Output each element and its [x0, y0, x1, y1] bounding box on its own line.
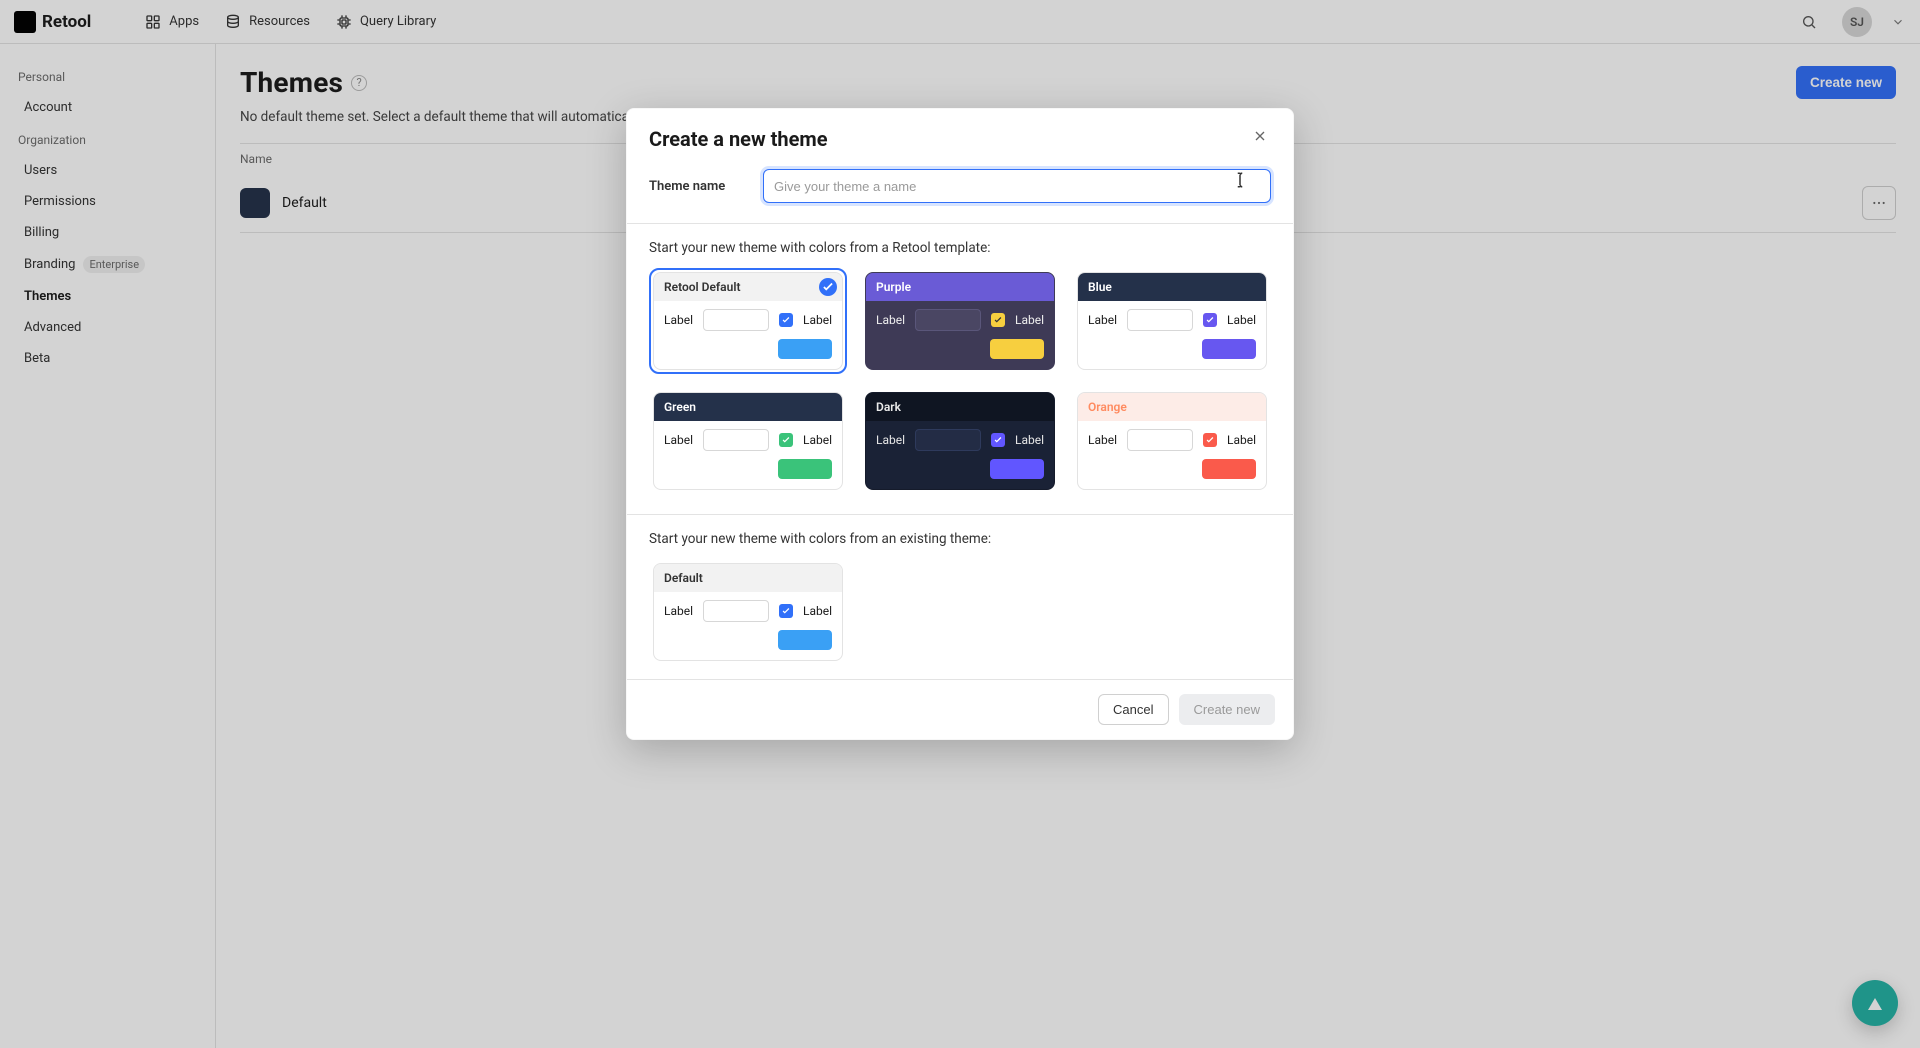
preview-button	[1202, 339, 1256, 359]
existing-theme-card-default[interactable]: Default Label Label	[649, 559, 847, 665]
template-card: Purple Label Label	[865, 272, 1055, 370]
modal-footer: Cancel Create new	[627, 679, 1293, 739]
modal-close-button[interactable]	[1249, 127, 1271, 149]
theme-name-input[interactable]	[763, 169, 1271, 203]
template-card-orange[interactable]: Orange Label Label	[1073, 388, 1271, 494]
preview-label: Label	[803, 604, 832, 618]
preview-checkbox	[991, 433, 1005, 447]
preview-checkbox	[1203, 433, 1217, 447]
template-card-blue[interactable]: Blue Label Label	[1073, 268, 1271, 374]
preview-label: Label	[1015, 433, 1044, 447]
preview-input	[1127, 309, 1193, 331]
preview-checkbox	[779, 604, 793, 618]
templates-section-title: Start your new theme with colors from a …	[649, 240, 1271, 256]
preview-label: Label	[803, 313, 832, 327]
template-card-body: Label Label	[1078, 301, 1266, 369]
preview-label: Label	[664, 433, 693, 447]
template-card-title: Green	[654, 393, 842, 421]
preview-button	[1202, 459, 1256, 479]
template-card: Blue Label Label	[1077, 272, 1267, 370]
templates-grid: Retool Default Label Label	[649, 268, 1271, 494]
preview-label: Label	[1227, 433, 1256, 447]
preview-button	[990, 459, 1044, 479]
template-card-body: Label Label	[866, 301, 1054, 369]
template-card: Green Label Label	[653, 392, 843, 490]
modal-header: Create a new theme	[627, 109, 1293, 159]
preview-label: Label	[1227, 313, 1256, 327]
template-card: Default Label Label	[653, 563, 843, 661]
preview-input	[915, 429, 981, 451]
template-card-dark[interactable]: Dark Label Label	[861, 388, 1059, 494]
cancel-button[interactable]: Cancel	[1098, 694, 1168, 725]
existing-grid: Default Label Label	[649, 559, 1271, 665]
template-card-body: Label Label	[654, 301, 842, 369]
preview-button	[990, 339, 1044, 359]
preview-label: Label	[664, 313, 693, 327]
template-card-retool-default[interactable]: Retool Default Label Label	[649, 268, 847, 374]
create-theme-modal: Create a new theme Theme name Start your…	[626, 108, 1294, 740]
preview-label: Label	[803, 433, 832, 447]
text-cursor-icon	[1231, 171, 1249, 189]
template-card-title: Orange	[1078, 393, 1266, 421]
preview-label: Label	[1088, 433, 1117, 447]
theme-name-label: Theme name	[649, 179, 749, 194]
template-card: Retool Default Label Label	[653, 272, 843, 370]
theme-name-field-row: Theme name	[649, 169, 1271, 203]
template-card-title: Dark	[866, 393, 1054, 421]
template-card-body: Label Label	[654, 421, 842, 489]
preview-label: Label	[1015, 313, 1044, 327]
existing-section-title: Start your new theme with colors from an…	[649, 531, 1271, 547]
preview-checkbox	[779, 433, 793, 447]
template-card-green[interactable]: Green Label Label	[649, 388, 847, 494]
template-card-body: Label Label	[866, 421, 1054, 489]
close-icon	[1252, 128, 1268, 148]
template-card-body: Label Label	[654, 592, 842, 660]
modal-body: Theme name Start your new theme with col…	[627, 159, 1293, 679]
preview-checkbox	[1203, 313, 1217, 327]
modal-title: Create a new theme	[649, 127, 828, 151]
preview-label: Label	[1088, 313, 1117, 327]
preview-input	[703, 600, 769, 622]
preview-label: Label	[876, 313, 905, 327]
preview-label: Label	[664, 604, 693, 618]
create-new-submit-button[interactable]: Create new	[1179, 694, 1275, 725]
preview-input	[703, 429, 769, 451]
preview-checkbox	[779, 313, 793, 327]
preview-button	[778, 339, 832, 359]
modal-divider	[627, 514, 1293, 515]
template-card-title: Blue	[1078, 273, 1266, 301]
template-card-purple[interactable]: Purple Label Label	[861, 268, 1059, 374]
template-card-title: Default	[654, 564, 842, 592]
preview-checkbox	[991, 313, 1005, 327]
preview-label: Label	[876, 433, 905, 447]
preview-input	[703, 309, 769, 331]
selected-check-icon	[819, 278, 837, 296]
template-card-title: Retool Default	[654, 273, 842, 301]
template-card-body: Label Label	[1078, 421, 1266, 489]
template-card: Orange Label Label	[1077, 392, 1267, 490]
preview-button	[778, 630, 832, 650]
template-card: Dark Label Label	[865, 392, 1055, 490]
preview-button	[778, 459, 832, 479]
preview-input	[915, 309, 981, 331]
template-card-title: Purple	[866, 273, 1054, 301]
modal-divider	[627, 223, 1293, 224]
preview-input	[1127, 429, 1193, 451]
